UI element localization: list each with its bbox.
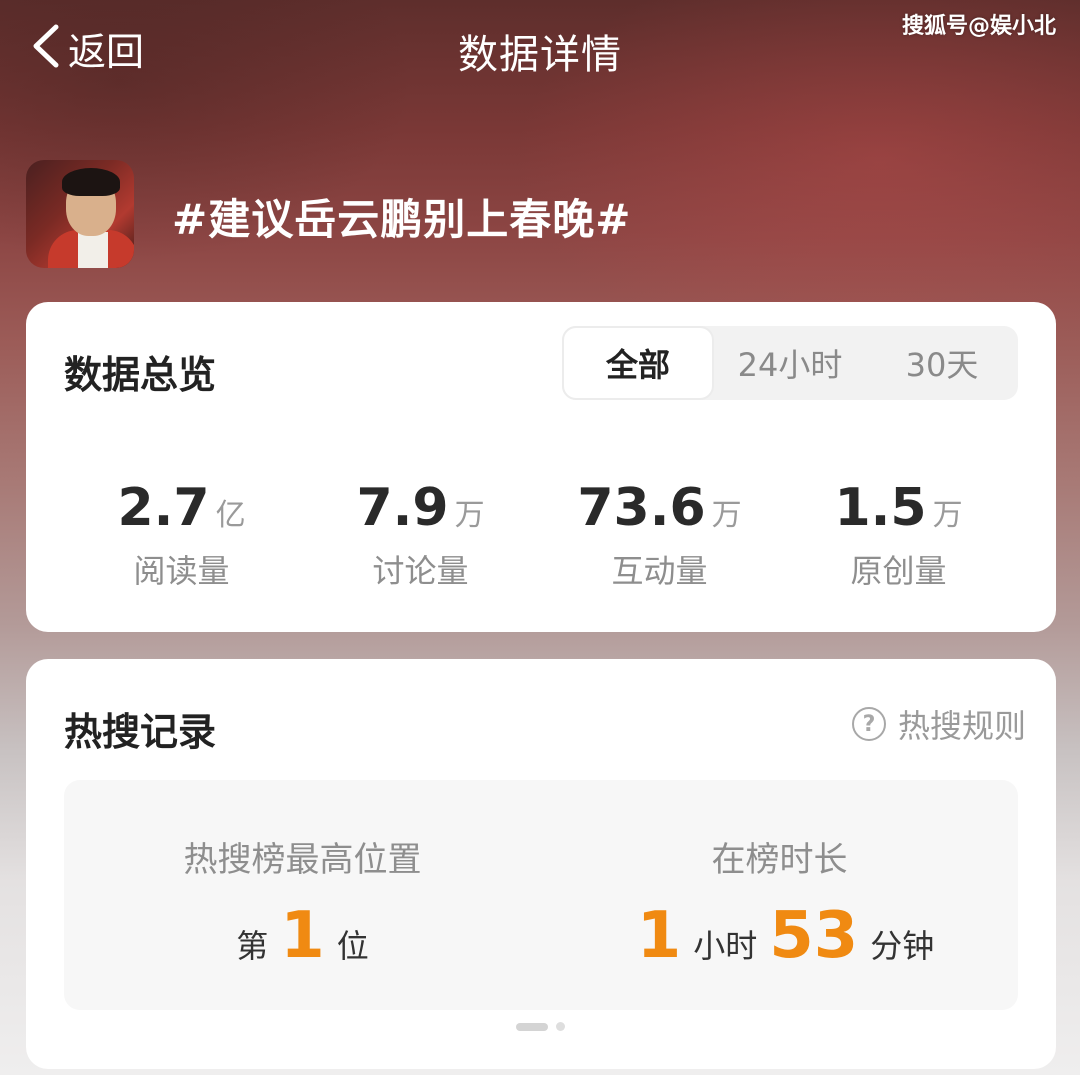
- rank-prefix: 第: [236, 927, 269, 965]
- tab-30d[interactable]: 30天: [866, 326, 1018, 400]
- topic-title: #建议岳云鹏别上春晚#: [172, 195, 632, 244]
- stats-row: 2.7 亿 阅读量 7.9 万 讨论量 73.6 万 互动量 1.5 万 原创量: [26, 478, 1056, 592]
- tab-24h[interactable]: 24小时: [714, 326, 866, 400]
- tab-all[interactable]: 全部: [562, 326, 714, 400]
- stat-label: 阅读量: [133, 552, 230, 590]
- minutes-unit: 分钟: [870, 927, 935, 965]
- hours-unit: 小时: [693, 927, 758, 965]
- duration-label: 在榜时长: [711, 840, 848, 880]
- stat-unit: 亿: [215, 498, 246, 533]
- hot-search-panel: 热搜榜最高位置 第 1 位 在榜时长 1 小时 53 分钟: [64, 780, 1018, 1010]
- watermark: 搜狐号@娱小北: [901, 14, 1056, 39]
- page-indicator-active: [516, 1022, 548, 1031]
- topic-thumbnail: [26, 160, 134, 268]
- stat-unit: 万: [454, 498, 485, 533]
- stat-value: 73.6: [577, 478, 706, 538]
- peak-rank-label: 热搜榜最高位置: [183, 840, 422, 880]
- stat-value: 1.5: [834, 478, 927, 538]
- thumbnail-shirt: [78, 232, 108, 268]
- hot-search-heading: 热搜记录: [64, 710, 217, 754]
- rules-label: 热搜规则: [897, 707, 1026, 745]
- duration-column: 在榜时长 1 小时 53 分钟: [541, 780, 1018, 1010]
- duration-minutes: 53: [769, 899, 859, 973]
- peak-rank-column: 热搜榜最高位置 第 1 位: [64, 780, 541, 1010]
- thumbnail-hair: [62, 168, 120, 196]
- peak-rank-value: 第 1 位: [64, 899, 541, 973]
- duration-hours: 1: [636, 899, 682, 973]
- help-icon: ?: [851, 707, 886, 741]
- stat-value: 2.7: [117, 478, 210, 538]
- rank-suffix: 位: [336, 927, 369, 965]
- rank-number: 1: [280, 899, 325, 973]
- hot-search-rules-link[interactable]: ? 热搜规则: [851, 701, 1026, 747]
- overview-heading: 数据总览: [64, 353, 217, 397]
- stat-label: 互动量: [611, 552, 708, 590]
- stat-originals: 1.5 万 原创量: [779, 478, 1018, 592]
- duration-value: 1 小时 53 分钟: [541, 899, 1018, 973]
- stat-discussions: 7.9 万 讨论量: [301, 478, 540, 592]
- page-indicator: [516, 1022, 565, 1031]
- stat-unit: 万: [711, 498, 742, 533]
- stat-value: 7.9: [356, 478, 449, 538]
- stat-unit: 万: [932, 498, 963, 533]
- data-overview-card: 数据总览 全部 24小时 30天 2.7 亿 阅读量 7.9 万 讨论量 73.6 万…: [26, 302, 1056, 632]
- stat-reads: 2.7 亿 阅读量: [62, 478, 301, 592]
- time-range-segmented-control: 全部 24小时 30天: [562, 326, 1018, 400]
- stat-interactions: 73.6 万 互动量: [540, 478, 779, 592]
- stat-label: 原创量: [850, 552, 947, 590]
- hot-search-card: 热搜记录 ? 热搜规则 热搜榜最高位置 第 1 位 在榜时长 1 小时 53 分…: [26, 659, 1056, 1069]
- stat-label: 讨论量: [372, 552, 469, 590]
- page-indicator-dot: [556, 1022, 565, 1031]
